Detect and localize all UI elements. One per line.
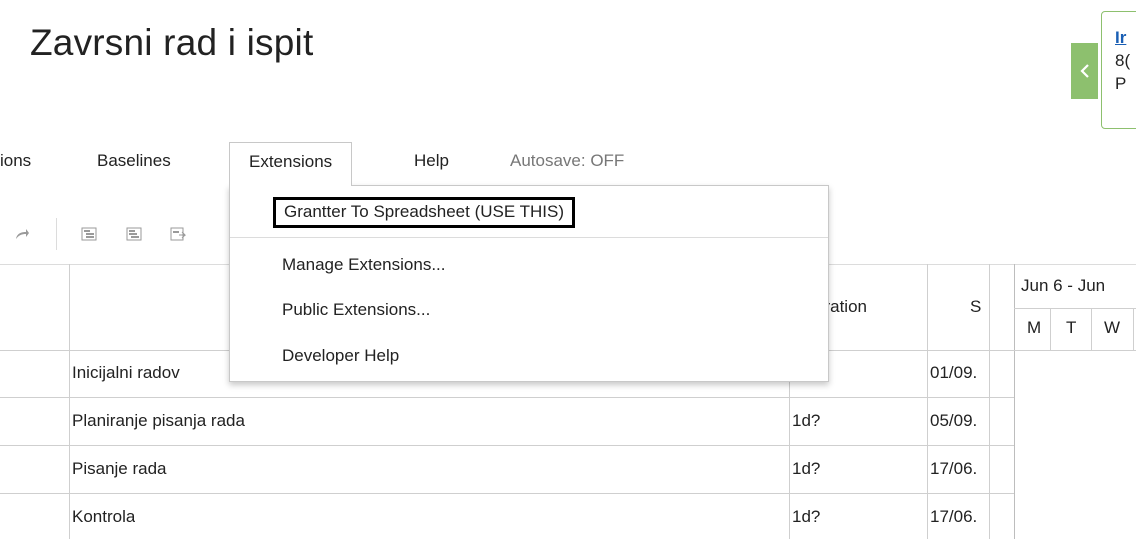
grid-divider [69,264,70,539]
menu-baselines[interactable]: Baselines [97,142,171,184]
gantt-day-divider [1091,308,1092,350]
chevron-left-icon [1079,64,1089,78]
task-duration-cell[interactable]: 1d? [792,459,820,479]
row-divider [0,493,1014,494]
gantt-header-divider [1014,308,1136,309]
notification-card: Ir 8( P [1101,11,1136,129]
task-name-cell[interactable]: Inicijalni radov [72,363,180,383]
link-task-icon[interactable] [170,226,187,242]
task-start-cell[interactable]: 17/06. [930,459,988,479]
row-divider [0,445,1014,446]
task-start-cell[interactable]: 01/09. [930,363,988,383]
menu-item-grantter-to-spreadsheet[interactable]: Grantter To Spreadsheet (USE THIS) [273,197,575,228]
page-title: Zavrsni rad i ispit [30,22,314,63]
redo-icon[interactable] [14,226,30,242]
task-name-cell[interactable]: Pisanje rada [72,459,167,479]
gantt-divider [1014,264,1015,539]
gantt-day-label: W [1104,318,1121,337]
notification-line: P [1115,74,1127,93]
row-divider [0,397,1014,398]
gantt-day-divider [1050,308,1051,350]
notification-line: 8( [1115,51,1131,70]
task-name-cell[interactable]: Planiranje pisanja rada [72,411,245,431]
task-duration-cell[interactable]: 1d? [792,507,820,527]
task-name-cell[interactable]: Kontrola [72,507,135,527]
menu-item-developer-help[interactable]: Developer Help [282,346,399,366]
gantt-day-label: M [1027,318,1042,337]
column-header-start[interactable]: S [970,297,981,317]
menu-extensions[interactable]: Extensions [229,142,353,186]
outdent-icon[interactable] [126,226,142,242]
autosave-status[interactable]: Autosave: OFF [510,142,624,184]
gantt-week-label: Jun 6 - Jun [1021,276,1106,295]
grid-divider [989,264,990,539]
task-duration-cell[interactable]: 1d? [792,411,820,431]
task-start-cell[interactable]: 05/09. [930,411,988,431]
toolbar-separator [56,218,57,250]
menu-item-manage-extensions[interactable]: Manage Extensions... [282,255,445,275]
gantt-day-label: T [1066,318,1077,337]
task-start-cell[interactable]: 17/06. [930,507,988,527]
notification-collapse-button[interactable] [1071,43,1098,99]
notification-link[interactable]: Ir [1115,26,1136,49]
menu-options[interactable]: ions [0,142,31,184]
gantt-header-divider [1014,350,1136,351]
menu-separator [230,237,828,238]
grid-divider [927,264,928,539]
menu-help[interactable]: Help [414,142,449,184]
indent-icon[interactable] [81,226,97,242]
gantt-day-divider [1133,308,1134,350]
menu-bar: ions Baselines Extensions Help Autosave:… [0,142,1136,186]
extensions-dropdown: Grantter To Spreadsheet (USE THIS) Manag… [229,185,829,382]
menu-item-public-extensions[interactable]: Public Extensions... [282,300,430,320]
